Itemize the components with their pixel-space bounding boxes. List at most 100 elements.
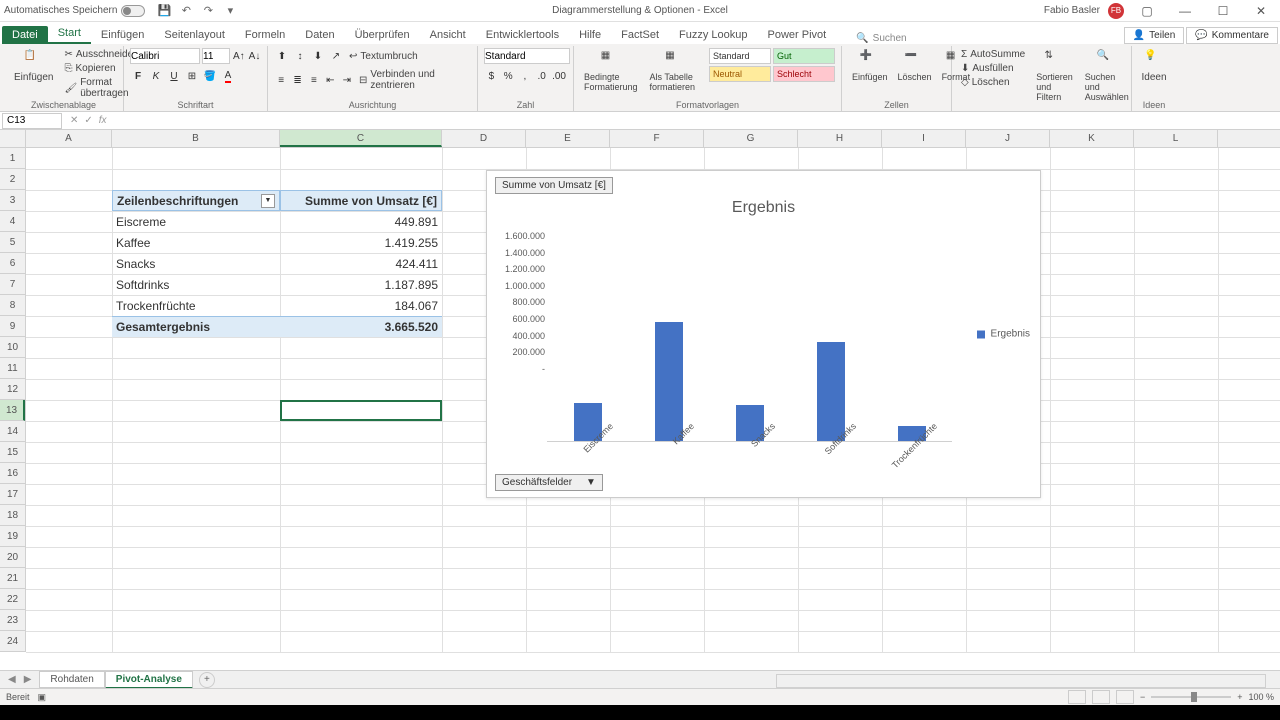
tab-powerpivot[interactable]: Power Pivot	[758, 26, 837, 44]
conditional-format-button[interactable]: ▦Bedingte Formatierung	[580, 48, 642, 94]
align-top-icon[interactable]: ⬆	[274, 48, 290, 64]
save-icon[interactable]: 💾	[157, 4, 171, 18]
formula-input[interactable]	[115, 113, 1280, 129]
align-left-icon[interactable]: ≡	[274, 72, 288, 88]
row-15[interactable]: 15	[0, 442, 25, 463]
comments-button[interactable]: 💬Kommentare	[1186, 27, 1278, 44]
percent-icon[interactable]: %	[501, 68, 516, 84]
row-4[interactable]: 4	[0, 211, 25, 232]
pivot-cell[interactable]: 1.187.895	[280, 274, 442, 295]
align-right-icon[interactable]: ≡	[307, 72, 321, 88]
paste-button[interactable]: 📋 Einfügen	[10, 48, 57, 100]
toggle-switch[interactable]	[121, 5, 145, 17]
chart-value-filter[interactable]: Summe von Umsatz [€]	[495, 177, 613, 194]
horizontal-scrollbar[interactable]	[776, 674, 1266, 688]
add-sheet-button[interactable]: +	[199, 672, 215, 688]
font-size-select[interactable]	[202, 48, 230, 64]
style-schlecht[interactable]: Schlecht	[773, 66, 835, 82]
search-box[interactable]: 🔍 Suchen	[856, 33, 906, 44]
col-A[interactable]: A	[26, 130, 112, 147]
selected-cell[interactable]	[280, 400, 442, 421]
fill-button[interactable]: ⬇Ausfüllen	[958, 62, 1028, 75]
chart-legend[interactable]: Ergebnis	[977, 329, 1030, 340]
pivot-total-label[interactable]: Gesamtergebnis	[112, 316, 280, 337]
row-14[interactable]: 14	[0, 421, 25, 442]
row-5[interactable]: 5	[0, 232, 25, 253]
tab-file[interactable]: Datei	[2, 26, 48, 44]
format-table-button[interactable]: ▦Als Tabelle formatieren	[646, 48, 705, 94]
close-icon[interactable]: ✕	[1246, 4, 1276, 18]
italic-button[interactable]: K	[148, 68, 164, 84]
orientation-icon[interactable]: ↗	[328, 48, 344, 64]
pivot-cell[interactable]: 1.419.255	[280, 232, 442, 253]
align-bottom-icon[interactable]: ⬇	[310, 48, 326, 64]
underline-button[interactable]: U	[166, 68, 182, 84]
number-format-select[interactable]	[484, 48, 570, 64]
tab-entwicklertools[interactable]: Entwicklertools	[476, 26, 569, 44]
row-13[interactable]: 13	[0, 400, 25, 421]
autosave-toggle[interactable]: Automatisches Speichern	[4, 5, 145, 17]
name-box[interactable]	[2, 113, 62, 129]
chart-title[interactable]: Ergebnis	[487, 199, 1040, 217]
pivot-cell[interactable]: Trockenfrüchte	[112, 295, 280, 316]
tab-daten[interactable]: Daten	[295, 26, 344, 44]
col-C[interactable]: C	[280, 130, 442, 147]
col-G[interactable]: G	[704, 130, 798, 147]
sheet-tab-rohdaten[interactable]: Rohdaten	[39, 671, 104, 688]
tab-start[interactable]: Start	[48, 24, 91, 44]
row-22[interactable]: 22	[0, 589, 25, 610]
tab-ueberpruefen[interactable]: Überprüfen	[345, 26, 420, 44]
share-button[interactable]: 👤Teilen	[1124, 27, 1185, 44]
row-11[interactable]: 11	[0, 358, 25, 379]
ribbon-toggle-icon[interactable]: ▢	[1132, 4, 1162, 18]
col-H[interactable]: H	[798, 130, 882, 147]
view-layout-icon[interactable]	[1092, 690, 1110, 704]
select-all-corner[interactable]	[0, 130, 26, 147]
col-I[interactable]: I	[882, 130, 966, 147]
accept-formula-icon[interactable]: ✓	[84, 115, 92, 126]
style-gut[interactable]: Gut	[773, 48, 835, 64]
delete-cells-button[interactable]: ➖Löschen	[894, 48, 936, 84]
row-20[interactable]: 20	[0, 547, 25, 568]
chart-axis-filter[interactable]: Geschäftsfelder▼	[495, 474, 603, 491]
redo-icon[interactable]: ↷	[201, 4, 215, 18]
pivot-cell[interactable]: Softdrinks	[112, 274, 280, 295]
minimize-icon[interactable]: —	[1170, 4, 1200, 18]
row-1[interactable]: 1	[0, 148, 25, 169]
pivot-cell[interactable]: Eiscreme	[112, 211, 280, 232]
pivot-cell[interactable]: 184.067	[280, 295, 442, 316]
currency-icon[interactable]: $	[484, 68, 499, 84]
col-K[interactable]: K	[1050, 130, 1134, 147]
cells-area[interactable]: Zeilenbeschriftungen ▼ Summe von Umsatz …	[26, 148, 1280, 652]
row-7[interactable]: 7	[0, 274, 25, 295]
insert-cells-button[interactable]: ➕Einfügen	[848, 48, 892, 84]
row-10[interactable]: 10	[0, 337, 25, 358]
style-neutral[interactable]: Neutral	[709, 66, 771, 82]
comma-icon[interactable]: ,	[518, 68, 533, 84]
macro-record-icon[interactable]: ▣	[38, 692, 47, 703]
chart-object[interactable]: Summe von Umsatz [€] Ergebnis 1.600.0001…	[486, 170, 1041, 498]
align-middle-icon[interactable]: ↕	[292, 48, 308, 64]
style-standard[interactable]: Standard	[709, 48, 771, 64]
col-J[interactable]: J	[966, 130, 1050, 147]
col-E[interactable]: E	[526, 130, 610, 147]
merge-button[interactable]: ⊟Verbinden und zentrieren	[356, 68, 471, 92]
zoom-slider[interactable]	[1151, 696, 1231, 698]
row-17[interactable]: 17	[0, 484, 25, 505]
pivot-row-header[interactable]: Zeilenbeschriftungen ▼	[112, 190, 280, 211]
zoom-level[interactable]: 100 %	[1248, 692, 1274, 702]
tab-fuzzy[interactable]: Fuzzy Lookup	[669, 26, 757, 44]
row-3[interactable]: 3	[0, 190, 25, 211]
row-18[interactable]: 18	[0, 505, 25, 526]
increase-font-icon[interactable]: A↑	[232, 48, 246, 64]
row-8[interactable]: 8	[0, 295, 25, 316]
col-D[interactable]: D	[442, 130, 526, 147]
indent-decrease-icon[interactable]: ⇤	[323, 72, 337, 88]
view-normal-icon[interactable]	[1068, 690, 1086, 704]
tab-ansicht[interactable]: Ansicht	[420, 26, 476, 44]
font-color-button[interactable]: A	[220, 68, 236, 84]
pivot-cell[interactable]: 449.891	[280, 211, 442, 232]
align-center-icon[interactable]: ≣	[290, 72, 304, 88]
pivot-cell[interactable]: 424.411	[280, 253, 442, 274]
pivot-value-header[interactable]: Summe von Umsatz [€]	[280, 190, 442, 211]
